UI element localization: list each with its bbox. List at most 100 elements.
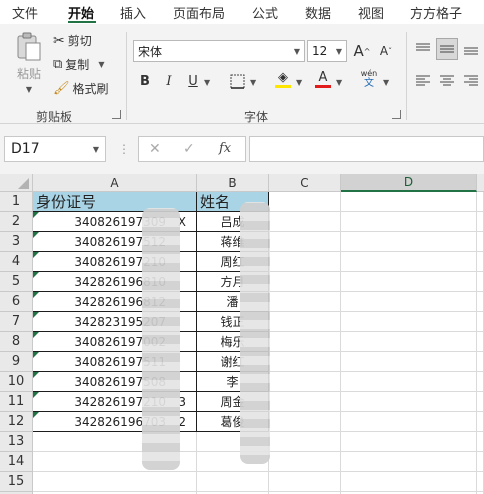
cell[interactable] — [477, 352, 484, 372]
select-all-button[interactable] — [0, 174, 33, 192]
cell[interactable] — [33, 472, 197, 492]
italic-button[interactable]: I — [158, 70, 180, 92]
paste-button[interactable]: 粘贴 ▼ — [10, 32, 48, 94]
row-header[interactable]: 4 — [0, 252, 33, 272]
cell[interactable] — [269, 392, 341, 412]
row-header[interactable]: 9 — [0, 352, 33, 372]
row-header[interactable]: 10 — [0, 372, 33, 392]
error-indicator-icon[interactable] — [33, 392, 39, 398]
phonetic-button[interactable]: wén 文 — [358, 68, 380, 90]
cell[interactable] — [477, 252, 484, 272]
cell[interactable] — [341, 372, 477, 392]
underline-button[interactable]: U — [182, 70, 204, 92]
row-header[interactable]: 13 — [0, 432, 33, 452]
align-left-button[interactable] — [412, 70, 434, 92]
cell[interactable] — [269, 432, 341, 452]
column-header-d[interactable]: D — [341, 174, 477, 192]
tab-insert[interactable]: 插入 — [120, 3, 146, 22]
tab-formulas[interactable]: 公式 — [252, 3, 278, 22]
cell[interactable] — [341, 212, 477, 232]
copy-button[interactable]: ⧉ 复制 ▼ — [53, 56, 104, 73]
align-right-button[interactable] — [460, 70, 482, 92]
cell[interactable] — [269, 292, 341, 312]
cut-button[interactable]: ✂ 剪切 — [53, 32, 92, 49]
cell[interactable] — [477, 232, 484, 252]
error-indicator-icon[interactable] — [33, 312, 39, 318]
cell[interactable] — [341, 352, 477, 372]
row-header[interactable]: 7 — [0, 312, 33, 332]
cell[interactable] — [477, 412, 484, 432]
cell[interactable] — [341, 252, 477, 272]
column-header-c[interactable]: C — [269, 174, 341, 192]
tab-data[interactable]: 数据 — [305, 3, 331, 22]
shrink-font-button[interactable]: Aˇ — [375, 40, 397, 62]
align-middle-button[interactable] — [436, 38, 458, 60]
cell[interactable] — [269, 412, 341, 432]
borders-button[interactable] — [226, 70, 248, 92]
cell[interactable] — [269, 212, 341, 232]
enter-icon[interactable]: ✓ — [183, 141, 195, 157]
row-header[interactable]: 3 — [0, 232, 33, 252]
error-indicator-icon[interactable] — [33, 232, 39, 238]
align-center-button[interactable] — [436, 70, 458, 92]
cell[interactable] — [269, 232, 341, 252]
error-indicator-icon[interactable] — [33, 332, 39, 338]
error-indicator-icon[interactable] — [33, 412, 39, 418]
row-header[interactable]: 8 — [0, 332, 33, 352]
row-header[interactable]: 5 — [0, 272, 33, 292]
splitter-dots-icon[interactable]: ⋮ — [118, 142, 130, 156]
cell[interactable] — [269, 252, 341, 272]
cell[interactable] — [269, 192, 341, 212]
row-header[interactable]: 6 — [0, 292, 33, 312]
column-header-b[interactable]: B — [197, 174, 269, 192]
cell[interactable] — [341, 412, 477, 432]
row-header[interactable]: 11 — [0, 392, 33, 412]
insert-function-icon[interactable]: fx — [219, 141, 231, 156]
cell[interactable] — [477, 192, 484, 212]
cell[interactable] — [269, 472, 341, 492]
column-header-a[interactable]: A — [33, 174, 197, 192]
cell[interactable] — [341, 332, 477, 352]
error-indicator-icon[interactable] — [33, 212, 39, 218]
cell[interactable] — [341, 312, 477, 332]
error-indicator-icon[interactable] — [33, 272, 39, 278]
bold-button[interactable]: B — [134, 70, 156, 92]
tab-fangfang[interactable]: 方方格子 — [410, 3, 462, 22]
row-header[interactable]: 12 — [0, 412, 33, 432]
font-launcher-icon[interactable] — [392, 110, 401, 119]
cell[interactable] — [269, 332, 341, 352]
cell[interactable] — [269, 452, 341, 472]
cell[interactable] — [341, 192, 477, 212]
cell[interactable] — [269, 352, 341, 372]
row-header[interactable]: 15 — [0, 472, 33, 492]
cell[interactable] — [269, 312, 341, 332]
cell[interactable] — [477, 212, 484, 232]
cell[interactable] — [341, 452, 477, 472]
row-header[interactable]: 14 — [0, 452, 33, 472]
cancel-icon[interactable]: ✕ — [149, 141, 161, 157]
cell[interactable] — [341, 292, 477, 312]
cell[interactable] — [477, 432, 484, 452]
grow-font-button[interactable]: A ^ — [351, 40, 373, 62]
row-header[interactable]: 1 — [0, 192, 33, 212]
align-top-button[interactable] — [412, 38, 434, 60]
column-header-e[interactable] — [477, 174, 484, 192]
font-name-select[interactable]: 宋体 ▼ — [133, 40, 305, 62]
cell[interactable] — [477, 472, 484, 492]
clipboard-launcher-icon[interactable] — [112, 110, 121, 119]
align-bottom-button[interactable] — [460, 38, 482, 60]
error-indicator-icon[interactable] — [33, 292, 39, 298]
error-indicator-icon[interactable] — [33, 372, 39, 378]
cell[interactable] — [477, 452, 484, 472]
cell[interactable] — [477, 372, 484, 392]
cell[interactable] — [341, 392, 477, 412]
tab-file[interactable]: 文件 — [12, 3, 38, 22]
formula-input[interactable] — [249, 136, 484, 162]
error-indicator-icon[interactable] — [33, 252, 39, 258]
cell[interactable] — [477, 292, 484, 312]
cell[interactable] — [477, 312, 484, 332]
cell[interactable] — [341, 472, 477, 492]
error-indicator-icon[interactable] — [33, 352, 39, 358]
name-box[interactable]: D17 ▼ — [4, 136, 106, 162]
fill-color-button[interactable]: ◈ — [272, 68, 294, 90]
